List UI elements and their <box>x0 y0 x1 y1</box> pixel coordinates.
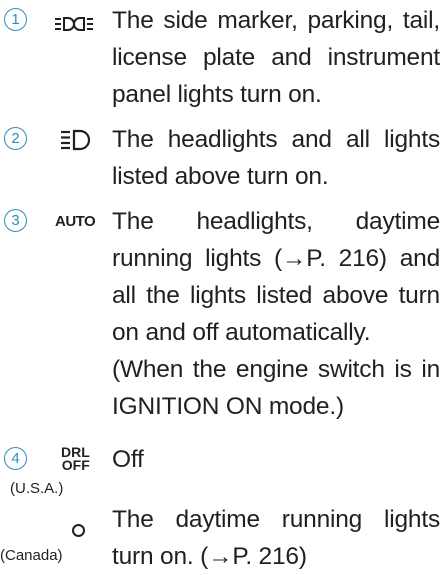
region-usa: (U.S.A.) <box>10 480 64 497</box>
circle-o-icon <box>72 524 85 537</box>
light-switch-descriptions: 1 The side marker, parking, tail, licens… <box>0 0 444 575</box>
headlight-icon <box>60 129 92 156</box>
auto-mode-label: AUTO <box>55 213 96 230</box>
item-3-text: The headlights, daytime running lights (… <box>112 203 440 425</box>
number-badge-4: 4 <box>4 447 27 470</box>
drl-off-label: DRL OFF <box>61 444 90 473</box>
item-1-text: The side marker, parking, tail, license … <box>112 7 440 108</box>
number-badge-1: 1 <box>4 8 27 31</box>
item-5-text: The daytime running lights turn on. (→P.… <box>112 506 440 570</box>
item-2-text: The headlights and all lights listed abo… <box>112 126 440 190</box>
region-canada: (Canada) <box>0 547 63 564</box>
side-marker-lights-icon <box>54 16 98 37</box>
item-3-note: (When the engine switch is in IGNITION O… <box>112 356 440 420</box>
number-badge-2: 2 <box>4 127 27 150</box>
number-badge-3: 3 <box>4 209 27 232</box>
item-4-text: Off <box>112 446 144 473</box>
